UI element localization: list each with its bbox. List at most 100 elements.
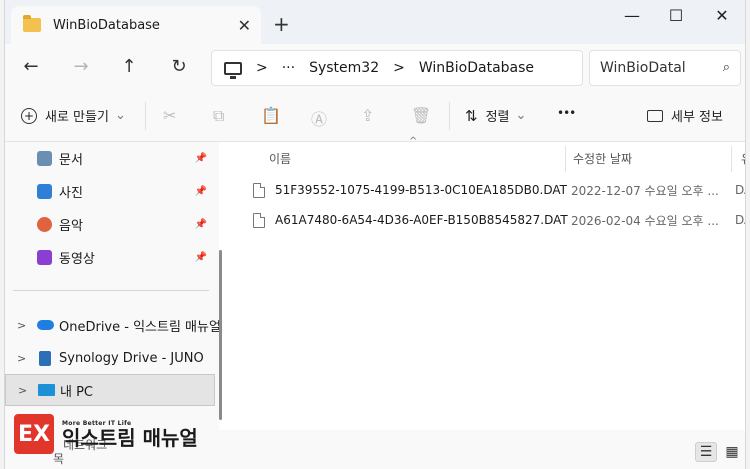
sidebar-item-label: 내 PC xyxy=(60,384,94,400)
command-bar: + 새로 만들기 ⌄ ✂ ⧉ 📋 Ⓐ ⇪ 🗑 ⇅ 정렬 ⌄ ••• 세부 정보 xyxy=(5,92,745,142)
sidebar-item-synology[interactable]: > Synology Drive - JUNO xyxy=(5,342,215,374)
chevron-down-icon: ⌄ xyxy=(114,108,126,123)
breadcrumb-chevron: > xyxy=(393,60,405,76)
sidebar-item-label: OneDrive - 익스트림 매뉴얼 xyxy=(59,319,221,335)
navigation-bar: ← → ↑ ↻ > ··· System32 > WinBioDatabase … xyxy=(5,44,745,92)
new-label: 새로 만들기 xyxy=(45,110,109,125)
sidebar-item-pictures[interactable]: 사진 📌 xyxy=(5,175,215,207)
sidebar-item-music[interactable]: 음악 📌 xyxy=(5,208,215,240)
details-view-icon[interactable]: ☰ xyxy=(695,442,717,462)
brand-badge: EX xyxy=(14,414,54,454)
sidebar-item-label: 동영상 xyxy=(59,251,95,267)
breadcrumb-chevron: > xyxy=(256,60,268,76)
column-divider[interactable] xyxy=(565,146,566,172)
file-type: DA xyxy=(735,183,745,197)
minimize-button[interactable]: — xyxy=(617,6,647,25)
new-button[interactable]: + 새로 만들기 ⌄ xyxy=(21,106,126,125)
tab-winbiodatabase[interactable]: WinBioDatabase ✕ xyxy=(11,6,261,44)
sidebar-item-this-pc[interactable]: > 내 PC xyxy=(5,374,215,406)
synology-drive-icon xyxy=(39,350,51,366)
back-button[interactable]: ← xyxy=(19,56,43,77)
column-header-name[interactable]: 이름 xyxy=(269,150,291,167)
folder-icon xyxy=(23,15,41,32)
expand-chevron-icon[interactable]: > xyxy=(18,384,27,397)
documents-icon xyxy=(37,150,52,166)
explorer-window: WinBioDatabase ✕ + — ☐ ✕ ← → ↑ ↻ > ··· S… xyxy=(4,0,746,469)
rename-icon[interactable]: Ⓐ xyxy=(311,106,327,130)
file-date: 2026-02-04 수요일 오후 ... xyxy=(571,213,719,228)
delete-icon[interactable]: 🗑 xyxy=(411,106,431,125)
tab-close-icon[interactable]: ✕ xyxy=(238,16,251,35)
title-bar: WinBioDatabase ✕ + — ☐ ✕ xyxy=(5,0,745,44)
pin-icon: 📌 xyxy=(194,218,207,230)
window-close-button[interactable]: ✕ xyxy=(707,6,737,25)
pin-icon: 📌 xyxy=(194,152,207,164)
more-options-icon[interactable]: ••• xyxy=(557,106,576,120)
up-button[interactable]: ↑ xyxy=(117,56,141,77)
sort-label: 정렬 xyxy=(485,110,510,125)
watermark-brand: 익스트림 매뉴얼 xyxy=(62,425,198,450)
sort-button[interactable]: ⇅ 정렬 ⌄ xyxy=(465,106,527,126)
watermark-logo: EX More Better IT Life 익스트림 매뉴얼 xyxy=(14,414,198,454)
cut-icon[interactable]: ✂ xyxy=(163,106,176,125)
this-pc-icon xyxy=(38,384,55,396)
navigation-pane: 문서 📌 사진 📌 음악 📌 동영상 📌 > OneDrive - 익스트림 매… xyxy=(5,142,221,430)
file-row[interactable]: A61A7480-6A54-4D36-A0EF-B150B8545827.DAT… xyxy=(253,208,745,232)
details-button[interactable]: 세부 정보 xyxy=(647,106,723,125)
watermark-text: More Better IT Life 익스트림 매뉴얼 xyxy=(62,420,198,449)
sort-icon: ⇅ xyxy=(465,106,478,125)
divider xyxy=(449,102,450,130)
chevron-down-icon: ⌄ xyxy=(515,108,527,123)
file-type: DA xyxy=(735,213,745,227)
this-pc-icon xyxy=(224,61,242,79)
column-divider[interactable] xyxy=(731,146,732,172)
sidebar-item-label: 문서 xyxy=(59,152,83,168)
cloud-icon xyxy=(37,320,54,330)
pin-icon: 📌 xyxy=(194,185,207,197)
search-icon: ⌕ xyxy=(722,60,730,75)
sidebar-scrollbar[interactable] xyxy=(219,250,222,420)
sidebar-item-videos[interactable]: 동영상 📌 xyxy=(5,241,215,273)
pictures-icon xyxy=(37,183,52,199)
details-label: 세부 정보 xyxy=(671,110,723,125)
plus-icon: + xyxy=(21,107,37,124)
search-input[interactable]: WinBioDatal xyxy=(600,60,686,76)
paste-icon[interactable]: 📋 xyxy=(261,106,281,125)
pin-icon: 📌 xyxy=(194,251,207,263)
file-date: 2022-12-07 수요일 오후 ... xyxy=(571,183,719,198)
refresh-button[interactable]: ↻ xyxy=(167,56,191,77)
file-icon xyxy=(253,212,265,228)
divider xyxy=(145,102,146,130)
breadcrumb-winbiodatabase[interactable]: WinBioDatabase xyxy=(419,60,534,76)
sidebar-item-label: 음악 xyxy=(59,218,83,234)
sidebar-item-label: Synology Drive - JUNO xyxy=(59,350,204,366)
file-name: A61A7480-6A54-4D36-A0EF-B150B8545827.DAT xyxy=(275,213,568,227)
details-pane-icon xyxy=(647,109,663,122)
share-icon[interactable]: ⇪ xyxy=(361,106,374,125)
copy-icon[interactable]: ⧉ xyxy=(213,106,224,126)
expand-chevron-icon[interactable]: > xyxy=(17,319,26,332)
search-box[interactable]: WinBioDatal ⌕ xyxy=(589,50,741,86)
tiles-view-icon[interactable]: ▦ xyxy=(721,442,743,462)
sidebar-item-documents[interactable]: 문서 📌 xyxy=(5,142,215,174)
new-tab-button[interactable]: + xyxy=(273,12,290,36)
sidebar-item-onedrive[interactable]: > OneDrive - 익스트림 매뉴얼 xyxy=(5,309,221,341)
sidebar-item-label: 사진 xyxy=(59,185,83,201)
sidebar-divider xyxy=(13,290,209,291)
address-bar[interactable]: > ··· System32 > WinBioDatabase xyxy=(211,50,583,86)
tab-title: WinBioDatabase xyxy=(53,17,160,33)
sort-ascending-icon: ^ xyxy=(409,136,418,147)
file-row[interactable]: 51F39552-1075-4199-B513-0C10EA185DB0.DAT… xyxy=(253,178,745,202)
column-header-type[interactable]: 유 xyxy=(741,150,745,167)
file-list: ^ 이름 수정한 날짜 유 51F39552-1075-4199-B513-0C… xyxy=(233,136,745,433)
videos-icon xyxy=(37,249,52,265)
breadcrumb-more[interactable]: ··· xyxy=(282,60,295,76)
breadcrumb-system32[interactable]: System32 xyxy=(309,60,379,76)
music-icon xyxy=(37,216,52,232)
file-name: 51F39552-1075-4199-B513-0C10EA185DB0.DAT xyxy=(275,183,567,197)
forward-button[interactable]: → xyxy=(69,56,93,77)
maximize-button[interactable]: ☐ xyxy=(661,6,691,25)
column-header-date-modified[interactable]: 수정한 날짜 xyxy=(573,150,632,167)
file-icon xyxy=(253,182,265,198)
expand-chevron-icon[interactable]: > xyxy=(17,352,26,365)
